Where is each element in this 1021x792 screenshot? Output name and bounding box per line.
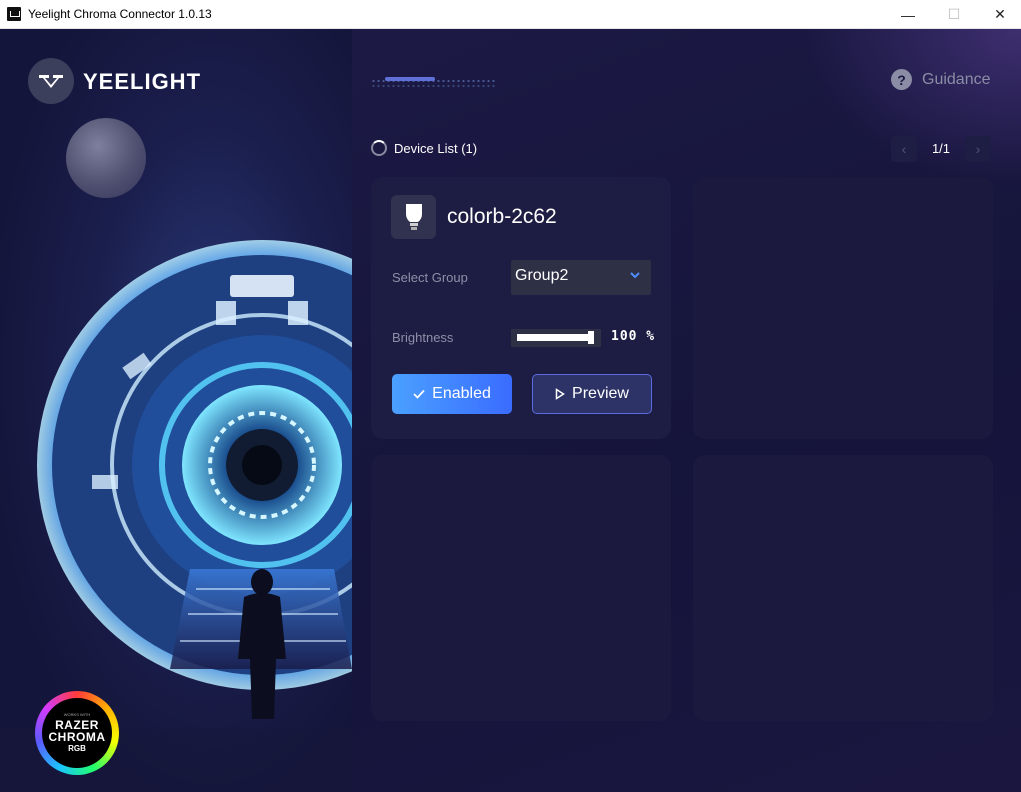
step-dots-lower: [371, 85, 495, 87]
title-bar: Yeelight Chroma Connector 1.0.13 — ☐ ✕: [0, 0, 1021, 29]
step-indicator: [371, 75, 495, 87]
pagination: ‹ 1/1 ›: [891, 136, 991, 162]
maximize-button[interactable]: ☐: [931, 0, 977, 29]
bulb-icon: [391, 195, 436, 239]
check-icon: [413, 389, 425, 399]
moon-decoration: [66, 118, 146, 198]
enabled-button[interactable]: Enabled: [392, 374, 512, 414]
portal-illustration: [0, 240, 352, 792]
chevron-down-icon: [630, 272, 640, 279]
app-icon: [7, 7, 21, 21]
guidance-link[interactable]: ? Guidance: [891, 69, 991, 90]
question-icon: ?: [891, 69, 912, 90]
brightness-slider[interactable]: [511, 329, 601, 347]
chevron-right-icon[interactable]: ›: [965, 136, 991, 162]
corner-glow: [801, 29, 1021, 189]
device-list-header: Device List (1): [371, 140, 477, 156]
enabled-label: Enabled: [432, 385, 491, 402]
page-indicator: 1/1: [931, 141, 951, 156]
preview-button[interactable]: Preview: [532, 374, 652, 414]
yeelight-logo-icon: [28, 58, 74, 104]
empty-device-slot: [371, 455, 671, 721]
select-group-label: Select Group: [392, 270, 468, 285]
razer-chroma-badge: WORKS WITH RAZER CHROMA RGB: [35, 691, 119, 775]
brightness-thumb[interactable]: [588, 331, 594, 344]
app-window: YEELIGHT ? Guidance Device List (1) ‹ 1/…: [0, 29, 1021, 792]
preview-label: Preview: [572, 385, 629, 402]
refresh-spinner-icon[interactable]: [371, 140, 387, 156]
razer-badge-line2: CHROMA: [48, 730, 106, 744]
razer-badge-small: WORKS WITH: [63, 712, 91, 717]
brightness-track: [517, 334, 591, 341]
group-select-value: Group2: [515, 267, 569, 284]
window-title: Yeelight Chroma Connector 1.0.13: [28, 7, 212, 21]
razer-badge-line3: RGB: [68, 744, 86, 753]
group-select[interactable]: Group2: [511, 260, 651, 295]
active-step-bar: [385, 77, 435, 81]
play-icon: [555, 388, 565, 400]
razer-badge-inner: WORKS WITH RAZER CHROMA RGB: [42, 698, 112, 768]
brightness-label: Brightness: [392, 330, 454, 345]
brightness-value: 100 %: [611, 329, 656, 344]
device-list-label: Device List (1): [394, 140, 478, 156]
minimize-button[interactable]: —: [885, 0, 931, 29]
empty-device-slot: [693, 177, 993, 439]
brand-name: YEELIGHT: [83, 69, 202, 94]
chevron-left-icon[interactable]: ‹: [891, 136, 917, 162]
close-button[interactable]: ✕: [977, 0, 1021, 29]
guidance-label: Guidance: [922, 70, 991, 88]
device-card: colorb-2c62 Select Group Group2 Brightne…: [371, 177, 671, 439]
device-name: colorb-2c62: [447, 205, 557, 228]
empty-device-slot: [693, 455, 993, 721]
